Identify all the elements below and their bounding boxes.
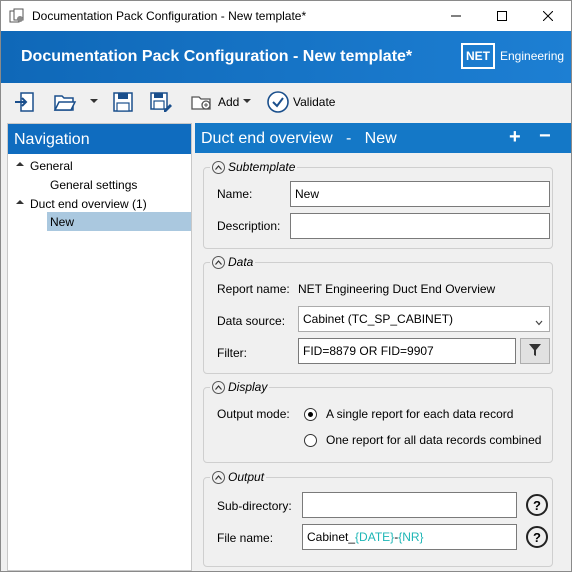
add-dropdown-caret[interactable]	[243, 99, 251, 103]
minimize-button[interactable]	[433, 1, 479, 31]
data-legend: Data	[210, 255, 256, 269]
filter-input[interactable]: FID=8879 OR FID=9907	[298, 338, 516, 364]
help-icon[interactable]: ?	[526, 494, 548, 516]
output-legend: Output	[210, 470, 267, 484]
close-button[interactable]	[525, 1, 571, 31]
navigation-panel: Navigation General General settings Duct…	[7, 123, 192, 571]
logo-box: NET	[461, 43, 495, 69]
navigation-title: Navigation	[8, 124, 191, 154]
file-name-input[interactable]: Cabinet_{DATE}-{NR}	[302, 524, 517, 550]
add-folder-icon[interactable]	[191, 90, 215, 114]
add-button[interactable]: Add	[218, 95, 239, 109]
chevron-down-icon	[535, 315, 543, 329]
collapse-icon[interactable]	[212, 380, 225, 394]
output-group: Output Sub-directory: ? File name: Cabin…	[203, 470, 553, 567]
filter-button[interactable]	[520, 338, 550, 364]
file-name-nr-tag: {NR}	[398, 530, 424, 544]
validate-button[interactable]: Validate	[293, 95, 335, 109]
open-dropdown-caret[interactable]	[90, 99, 98, 103]
tree-item-new-label: New	[50, 215, 75, 229]
display-group: Display Output mode: A single report for…	[203, 380, 553, 463]
option-single-label[interactable]: A single report for each data record	[326, 407, 513, 421]
output-legend-text: Output	[228, 470, 265, 484]
radio-single-report[interactable]	[304, 408, 317, 421]
title-bar: Documentation Pack Configuration - New t…	[1, 1, 571, 31]
display-legend-text: Display	[228, 380, 268, 394]
main-title-text: Duct end overview	[201, 130, 333, 147]
import-icon[interactable]	[13, 90, 37, 114]
main-title: Duct end overview - New	[201, 130, 397, 148]
validate-check-icon[interactable]	[266, 90, 290, 114]
main-title-separator: -	[345, 130, 352, 147]
main-subtitle: New	[364, 130, 397, 147]
subtemplate-legend-text: Subtemplate	[228, 160, 296, 174]
filter-funnel-icon	[528, 343, 542, 360]
display-legend: Display	[210, 380, 270, 394]
report-name-label: Report name:	[217, 282, 290, 296]
maximize-button[interactable]	[479, 1, 525, 31]
collapse-icon[interactable]	[212, 255, 225, 269]
collapse-icon[interactable]	[212, 470, 225, 484]
toolbar: Add Validate	[1, 83, 571, 121]
tree-item-new-selected[interactable]: New	[47, 212, 191, 231]
app-window: Documentation Pack Configuration - New t…	[0, 0, 572, 572]
data-legend-text: Data	[228, 255, 254, 269]
tree-expand-icon[interactable]	[16, 200, 24, 204]
header-title: Documentation Pack Configuration - New t…	[21, 48, 413, 65]
net-engineering-logo: NET Engineering	[461, 41, 564, 71]
main-header: Duct end overview - New + −	[195, 123, 571, 153]
add-subtemplate-button[interactable]: +	[509, 127, 521, 147]
app-header: Documentation Pack Configuration - New t…	[1, 31, 571, 83]
save-icon[interactable]	[111, 90, 135, 114]
app-icon	[9, 8, 25, 24]
output-mode-label: Output mode:	[217, 407, 290, 421]
report-name-value: NET Engineering Duct End Overview	[298, 282, 496, 296]
file-name-label: File name:	[217, 531, 274, 545]
description-label: Description:	[217, 219, 281, 233]
save-as-icon[interactable]	[149, 90, 173, 114]
logo-text: Engineering	[500, 49, 565, 63]
open-folder-icon[interactable]	[53, 90, 77, 114]
subtemplate-legend: Subtemplate	[210, 160, 298, 174]
file-name-prefix: Cabinet_	[307, 530, 356, 544]
option-combined-label[interactable]: One report for all data records combined	[326, 433, 541, 447]
tree-item-general[interactable]: General	[30, 159, 73, 173]
window-title: Documentation Pack Configuration - New t…	[32, 9, 307, 23]
subdirectory-input[interactable]	[302, 492, 517, 518]
data-source-label: Data source:	[217, 314, 286, 328]
data-source-select[interactable]: Cabinet (TC_SP_CABINET)	[298, 306, 550, 332]
remove-subtemplate-button[interactable]: −	[539, 126, 551, 146]
subdirectory-label: Sub-directory:	[217, 499, 292, 513]
help-icon[interactable]: ?	[526, 526, 548, 548]
tree-expand-icon[interactable]	[16, 162, 24, 166]
tree-item-general-settings[interactable]: General settings	[50, 178, 137, 192]
main-panel: Duct end overview - New + − Subtemplate …	[195, 123, 571, 571]
data-source-value: Cabinet (TC_SP_CABINET)	[303, 312, 454, 326]
description-input[interactable]	[290, 213, 550, 239]
collapse-icon[interactable]	[212, 160, 225, 174]
name-label: Name:	[217, 187, 253, 201]
subtemplate-group: Subtemplate Name: New Description:	[203, 160, 553, 249]
file-name-date-tag: {DATE}	[355, 530, 395, 544]
data-group: Data Report name: NET Engineering Duct E…	[203, 255, 553, 374]
radio-combined-report[interactable]	[304, 434, 317, 447]
tree-item-duct-end-overview[interactable]: Duct end overview (1)	[30, 197, 147, 211]
filter-label: Filter:	[217, 346, 247, 360]
name-input[interactable]: New	[290, 181, 550, 207]
